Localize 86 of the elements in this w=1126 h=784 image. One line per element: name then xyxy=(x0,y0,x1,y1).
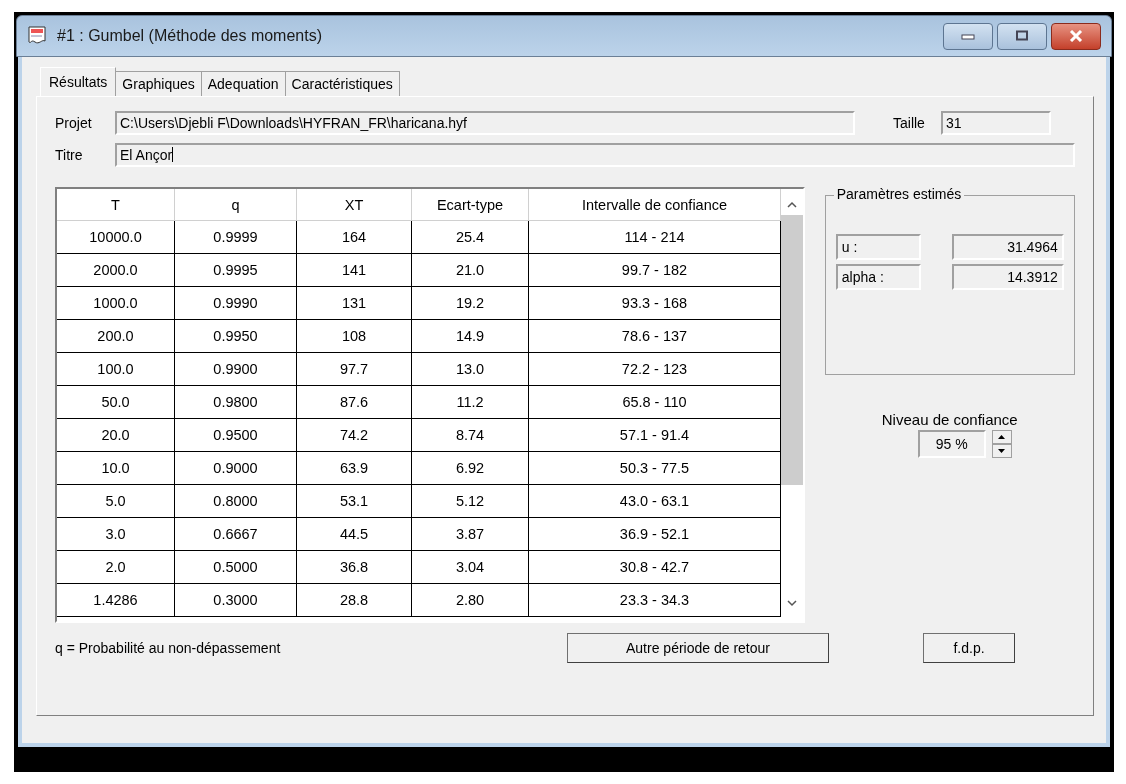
table-cell: 3.04 xyxy=(412,551,529,584)
spin-up-button[interactable] xyxy=(991,430,1012,444)
table-cell: 28.8 xyxy=(297,584,412,617)
table-cell: 13.0 xyxy=(412,353,529,386)
table-cell: 44.5 xyxy=(297,518,412,551)
table-cell: 164 xyxy=(297,221,412,254)
minimize-button[interactable] xyxy=(943,22,993,50)
footnote: q = Probabilité au non-dépassement xyxy=(55,640,282,656)
confidence-label: Niveau de confiance xyxy=(881,411,1018,428)
table-cell: 0.9995 xyxy=(175,254,297,287)
table-cell: 0.8000 xyxy=(175,485,297,518)
table-cell: 200.0 xyxy=(57,320,175,353)
table-cell: 10.0 xyxy=(57,452,175,485)
table-cell: 0.6667 xyxy=(175,518,297,551)
table-cell: 11.2 xyxy=(412,386,529,419)
table-cell: 25.4 xyxy=(412,221,529,254)
close-button[interactable] xyxy=(1051,22,1101,50)
table-cell: 97.7 xyxy=(297,353,412,386)
column-header: Ecart-type xyxy=(412,189,529,221)
size-field[interactable]: 31 xyxy=(941,111,1051,135)
table-cell: 0.9500 xyxy=(175,419,297,452)
table-cell: 2000.0 xyxy=(57,254,175,287)
parameter-name: alpha : xyxy=(835,264,921,290)
table-cell: 21.0 xyxy=(412,254,529,287)
table-cell: 3.0 xyxy=(57,518,175,551)
maximize-button[interactable] xyxy=(997,22,1047,50)
table-cell: 10000.0 xyxy=(57,221,175,254)
tab[interactable]: Résultats xyxy=(40,67,117,96)
parameter-value: 14.3912 xyxy=(951,264,1064,290)
up-triangle-icon xyxy=(998,435,1006,439)
minimize-icon xyxy=(961,32,975,40)
down-triangle-icon xyxy=(998,449,1006,453)
parameter-name: u : xyxy=(835,234,921,260)
action-button[interactable]: Autre période de retour xyxy=(567,633,829,663)
table-cell: 100.0 xyxy=(57,353,175,386)
table-cell: 141 xyxy=(297,254,412,287)
table-cell: 1000.0 xyxy=(57,287,175,320)
table-cell: 8.74 xyxy=(412,419,529,452)
table-cell: 53.1 xyxy=(297,485,412,518)
spin-down-button[interactable] xyxy=(991,444,1012,458)
table-cell: 2.80 xyxy=(412,584,529,617)
table-cell: 14.9 xyxy=(412,320,529,353)
title-input-field[interactable]: El Ançor xyxy=(115,143,1075,167)
tab[interactable]: Adequation xyxy=(201,71,286,96)
project-path-field[interactable]: C:\Users\Djebli F\Downloads\HYFRAN_FR\haricana.hyf xyxy=(115,111,855,135)
table-cell: 0.5000 xyxy=(175,551,297,584)
table-cell: 6.92 xyxy=(412,452,529,485)
field-label: Titre xyxy=(55,147,84,163)
table-cell: 5.12 xyxy=(412,485,529,518)
column-header: XT xyxy=(297,189,412,221)
tab[interactable]: Caractéristiques xyxy=(285,71,400,96)
parameter-value: 31.4964 xyxy=(951,234,1064,260)
field-label: Taille xyxy=(893,115,926,131)
table-cell: 3.87 xyxy=(412,518,529,551)
table-cell: 74.2 xyxy=(297,419,412,452)
close-icon xyxy=(1069,30,1083,42)
table-cell: 0.9950 xyxy=(175,320,297,353)
column-header: q xyxy=(175,189,297,221)
table-cell: 5.0 xyxy=(57,485,175,518)
table-cell: 0.9999 xyxy=(175,221,297,254)
window-title: #1 : Gumbel (Méthode des moments) xyxy=(57,27,322,45)
table-cell: 108 xyxy=(297,320,412,353)
tab[interactable]: Graphiques xyxy=(116,71,202,96)
table-cell: 0.3000 xyxy=(175,584,297,617)
field-label: Projet xyxy=(55,115,93,131)
confidence-field[interactable]: 95 % xyxy=(917,430,986,458)
column-header: T xyxy=(57,189,175,221)
table-cell: 1.4286 xyxy=(57,584,175,617)
table-cell: 20.0 xyxy=(57,419,175,452)
group-title: Paramètres estimés xyxy=(833,186,965,202)
action-button[interactable]: f.d.p. xyxy=(923,633,1015,663)
table-cell: 87.6 xyxy=(297,386,412,419)
table-cell: 50.0 xyxy=(57,386,175,419)
maximize-icon xyxy=(1015,30,1029,42)
table-cell: 131 xyxy=(297,287,412,320)
table-cell: 0.9000 xyxy=(175,452,297,485)
table-cell: 63.9 xyxy=(297,452,412,485)
column-header: Intervalle de confiance xyxy=(529,189,781,221)
document-icon xyxy=(27,26,49,46)
table-cell: 0.9990 xyxy=(175,287,297,320)
table-cell: 0.9800 xyxy=(175,386,297,419)
table-cell: 19.2 xyxy=(412,287,529,320)
table-cell: 0.9900 xyxy=(175,353,297,386)
table-cell: 36.8 xyxy=(297,551,412,584)
table-cell: 2.0 xyxy=(57,551,175,584)
scrollbar-thumb[interactable] xyxy=(781,215,803,485)
